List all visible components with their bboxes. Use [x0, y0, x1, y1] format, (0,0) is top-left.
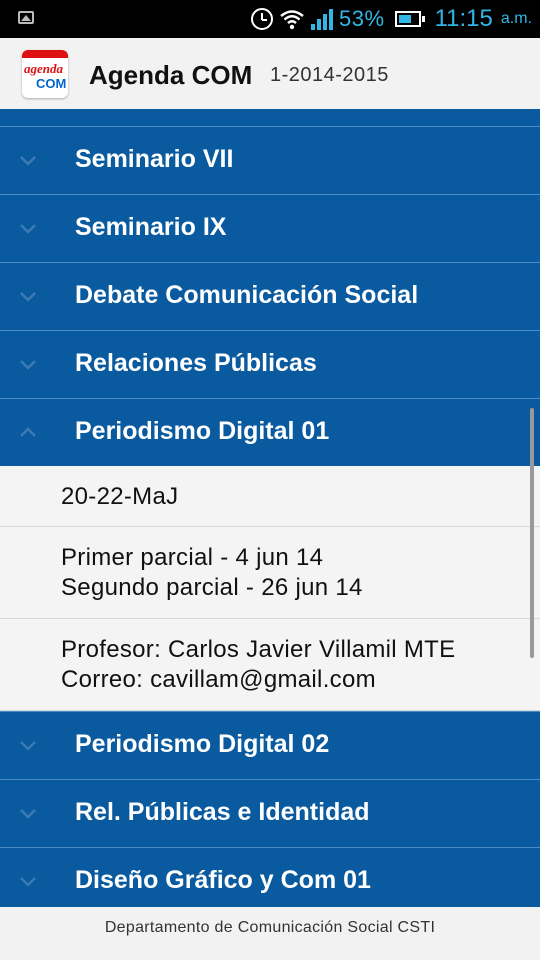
- footer-text: Departamento de Comunicación Social CSTI: [104, 919, 436, 936]
- chevron-down-icon: [18, 736, 38, 756]
- image-icon: [18, 11, 34, 24]
- course-detail-schedule[interactable]: 20-22-MaJ: [0, 466, 540, 527]
- clock-ampm: a.m.: [500, 10, 532, 27]
- course-header-label: Seminario VII: [75, 145, 234, 173]
- logo-text-top: agenda: [24, 61, 63, 76]
- chevron-down-icon: [18, 355, 38, 375]
- signal-icon: [311, 8, 334, 30]
- detail-line: Profesor: Carlos Javier Villamil MTE: [61, 636, 456, 663]
- course-detail-professor[interactable]: Profesor: Carlos Javier Villamil MTE Cor…: [0, 619, 540, 711]
- clock: 11:15: [434, 5, 493, 32]
- logo-text-bottom: COM: [36, 76, 67, 91]
- course-detail-exams[interactable]: Primer parcial - 4 jun 14 Segundo parcia…: [0, 527, 540, 619]
- logo-calendar-ring: [22, 50, 68, 58]
- alarm-icon: [251, 8, 274, 30]
- course-header-label: Seminario IX: [75, 213, 227, 241]
- chevron-down-icon: [18, 872, 38, 892]
- wifi-icon: [279, 8, 305, 30]
- detail-line: 20-22-MaJ: [61, 483, 179, 510]
- detail-line: Segundo parcial - 26 jun 14: [61, 574, 363, 601]
- chevron-down-icon: [18, 287, 38, 307]
- course-header[interactable]: Debate Comunicación Social: [0, 262, 540, 330]
- chevron-down-icon: [18, 219, 38, 239]
- app-bar: agenda COM Agenda COM 1-2014-2015: [0, 38, 540, 112]
- app-title: Agenda COM: [89, 60, 253, 90]
- chevron-down-icon: [18, 151, 38, 171]
- status-icons: 53% 11:15 a.m.: [251, 4, 532, 34]
- course-header-label: Periodismo Digital 02: [75, 730, 330, 758]
- app-logo[interactable]: agenda COM: [22, 50, 68, 98]
- course-header-label: Diseño Gráfico y Com 01: [75, 866, 371, 894]
- course-header-label: Rel. Públicas e Identidad: [75, 798, 370, 826]
- app-subtitle: 1-2014-2015: [270, 64, 389, 86]
- course-header-label: Relaciones Públicas: [75, 349, 317, 377]
- detail-line: Primer parcial - 4 jun 14: [61, 544, 324, 571]
- course-header[interactable]: Periodismo Digital 02: [0, 711, 540, 779]
- course-list[interactable]: Seminario VII Seminario IX Debate Comuni…: [0, 112, 540, 907]
- footer: Departamento de Comunicación Social CSTI: [0, 907, 540, 960]
- status-bar: 53% 11:15 a.m.: [0, 0, 540, 38]
- course-header[interactable]: Diseño Gráfico y Com 01: [0, 847, 540, 907]
- chevron-down-icon: [18, 804, 38, 824]
- detail-line: Correo: cavillam@gmail.com: [61, 666, 376, 693]
- course-header-label: Periodismo Digital 01: [75, 417, 330, 445]
- scrollbar[interactable]: [530, 408, 534, 658]
- battery-percent: 53%: [339, 6, 385, 31]
- battery-icon: [394, 11, 425, 27]
- course-header-expanded[interactable]: Periodismo Digital 01: [0, 398, 540, 466]
- course-header[interactable]: Relaciones Públicas: [0, 330, 540, 398]
- course-header[interactable]: Rel. Públicas e Identidad: [0, 779, 540, 847]
- chevron-up-icon: [18, 423, 38, 443]
- course-header[interactable]: Seminario IX: [0, 194, 540, 262]
- course-header-label: Debate Comunicación Social: [75, 281, 419, 309]
- course-header[interactable]: Seminario VII: [0, 126, 540, 194]
- list-header-partial[interactable]: [0, 112, 540, 126]
